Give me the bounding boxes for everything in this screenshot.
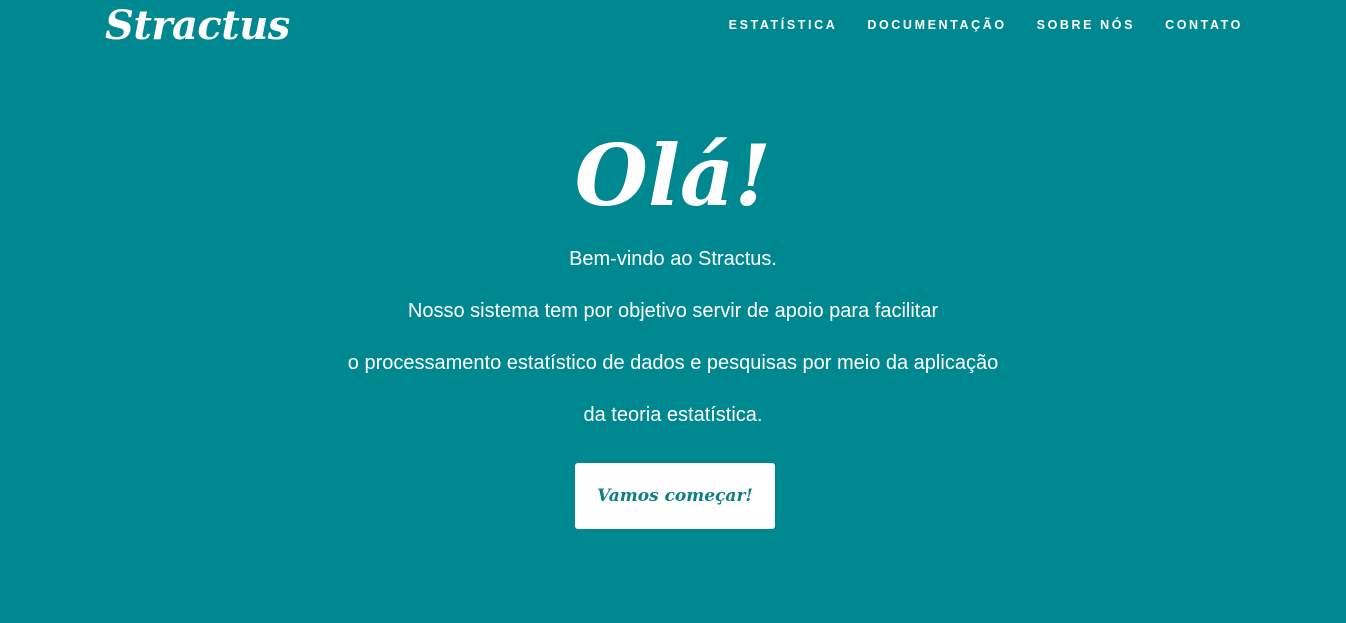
hero-welcome-text: Bem-vindo ao Stractus. bbox=[569, 248, 777, 270]
nav-link-contato[interactable]: CONTATO bbox=[1165, 16, 1243, 34]
nav-link-sobre-nos[interactable]: SOBRE NÓS bbox=[1037, 16, 1135, 34]
hero-description-line-2: o processamento estatístico de dados e p… bbox=[347, 352, 999, 374]
brand-logo[interactable]: Stractus bbox=[105, 2, 290, 50]
get-started-button[interactable]: Vamos começar! bbox=[575, 463, 775, 529]
hero-description-line-3: da teoria estatística. bbox=[583, 404, 763, 426]
get-started-button-label: Vamos começar! bbox=[597, 486, 753, 506]
main-nav: ESTATÍSTICA DOCUMENTAÇÃO SOBRE NÓS CONTA… bbox=[729, 16, 1243, 34]
nav-link-documentacao[interactable]: DOCUMENTAÇÃO bbox=[867, 16, 1006, 34]
hero-title: Olá! bbox=[574, 126, 772, 225]
hero-description-line-1: Nosso sistema tem por objetivo servir de… bbox=[407, 300, 939, 322]
nav-link-estatistica[interactable]: ESTATÍSTICA bbox=[729, 16, 838, 34]
